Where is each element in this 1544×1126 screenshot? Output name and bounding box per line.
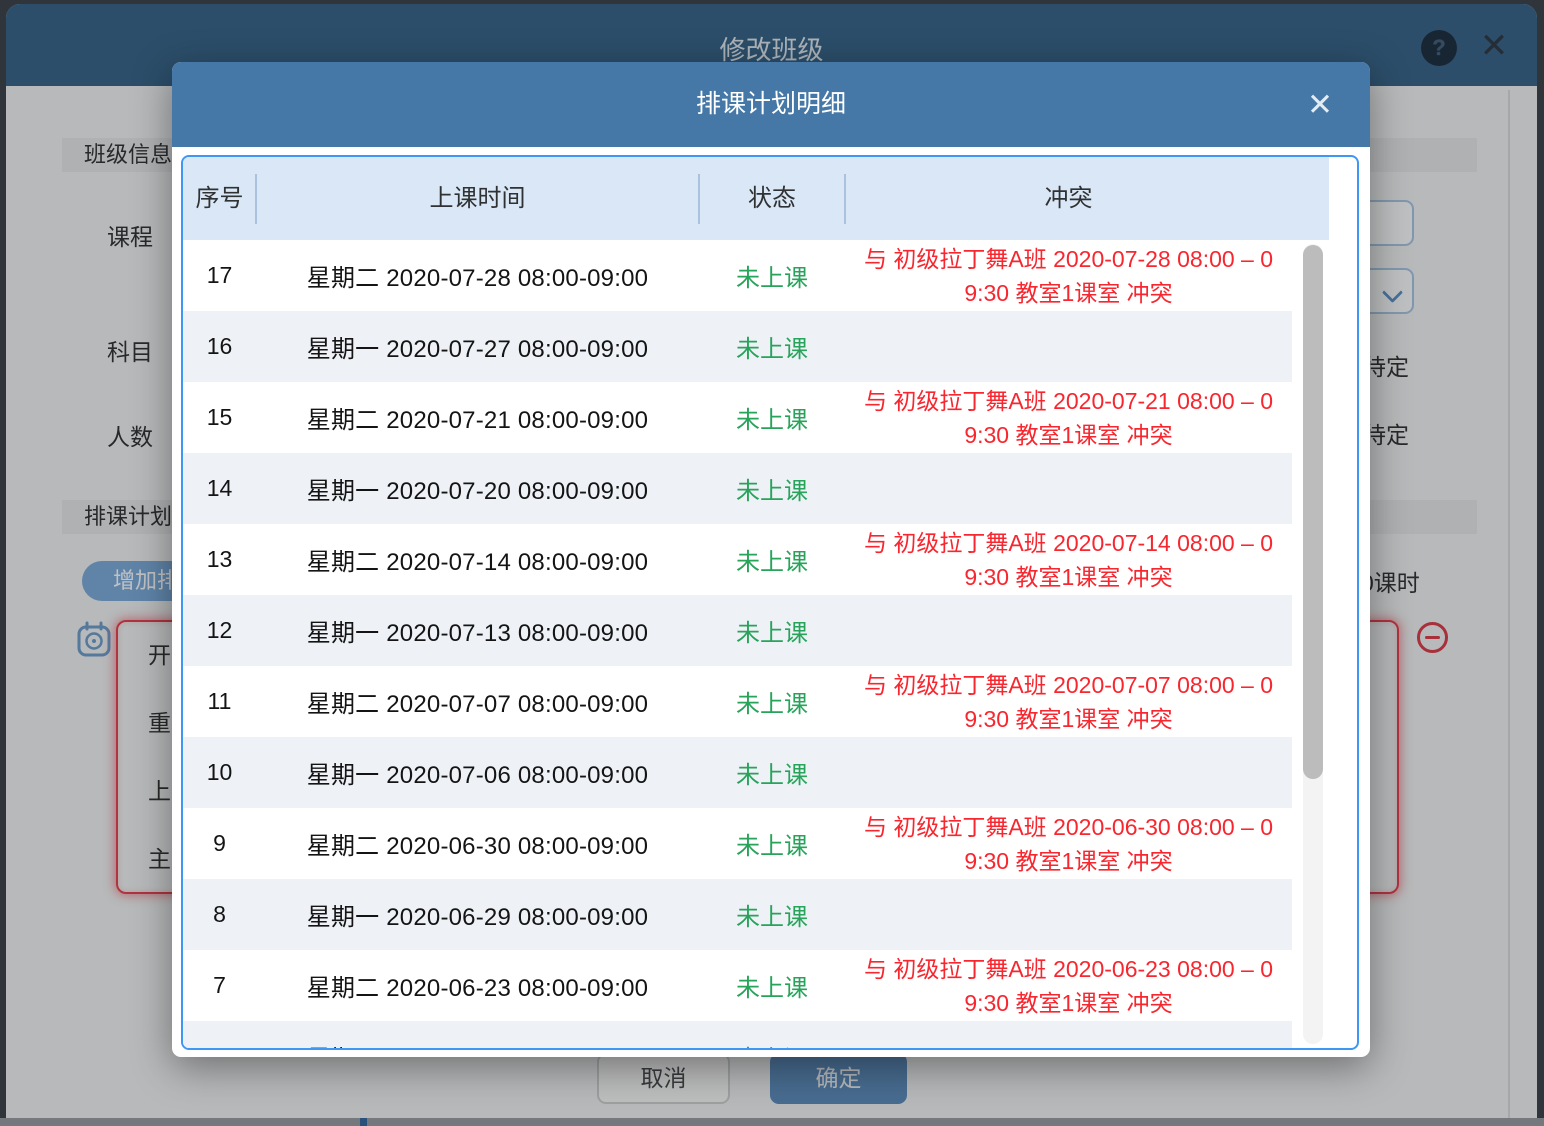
cell-conflict: 与 初级拉丁舞A班 2020-07-21 08:00 – 09:30 教室1课室… — [863, 387, 1274, 448]
table-row: 9 星期二 2020-06-30 08:00-09:00 未上课 与 初级拉丁舞… — [183, 808, 1292, 879]
cell-no: 8 — [213, 901, 226, 927]
cell-status: 未上课 — [736, 407, 808, 434]
column-header-time: 上课时间 — [429, 185, 526, 212]
cell-status: 未上课 — [736, 336, 808, 363]
cell-conflict: 与 初级拉丁舞A班 2020-07-14 08:00 – 09:30 教室1课室… — [863, 529, 1274, 590]
cell-status: 未上课 — [736, 549, 808, 576]
cell-time: 星期一 2020-06-29 08:00-09:00 — [306, 904, 649, 931]
cell-time: 星期二 2020-07-21 08:00-09:00 — [306, 407, 649, 434]
scrollbar-track[interactable] — [1303, 244, 1323, 1044]
cell-status: 未上课 — [736, 691, 808, 718]
cell-time: 星期一 2020-07-13 08:00-09:00 — [306, 620, 649, 647]
table-row: 12 星期一 2020-07-13 08:00-09:00 未上课 — [183, 595, 1292, 666]
table-row: 10 星期一 2020-07-06 08:00-09:00 未上课 — [183, 737, 1292, 808]
table-row: 6 星期一 2020-06-22 08:00-09:00 未上课 — [183, 1021, 1292, 1048]
cell-time: 星期一 2020-07-27 08:00-09:00 — [306, 336, 649, 363]
cell-no: 9 — [213, 830, 226, 856]
cell-no: 16 — [206, 333, 233, 359]
cell-conflict: 与 初级拉丁舞A班 2020-07-28 08:00 – 09:30 教室1课室… — [863, 245, 1274, 306]
table-body: 17 星期二 2020-07-28 08:00-09:00 未上课 与 初级拉丁… — [183, 240, 1357, 1048]
table-row: 15 星期二 2020-07-21 08:00-09:00 未上课 与 初级拉丁… — [183, 382, 1292, 453]
cell-time: 星期二 2020-06-23 08:00-09:00 — [306, 975, 649, 1002]
cell-no: 15 — [206, 404, 233, 430]
table-row: 7 星期二 2020-06-23 08:00-09:00 未上课 与 初级拉丁舞… — [183, 950, 1292, 1021]
table-row: 14 星期一 2020-07-20 08:00-09:00 未上课 — [183, 453, 1292, 524]
modal-title: 排课计划明细 — [695, 90, 846, 118]
cell-no: 14 — [206, 475, 233, 501]
screen: 修改班级 ? ✕ 班级信息 课程 科目 人数 待定 待定 排课计划 增加排课 0… — [0, 0, 1544, 1126]
cell-no: 13 — [206, 546, 233, 572]
table-row: 8 星期一 2020-06-29 08:00-09:00 未上课 — [183, 879, 1292, 950]
cell-conflict: 与 初级拉丁舞A班 2020-07-07 08:00 – 09:30 教室1课室… — [863, 671, 1274, 732]
modal-close-icon[interactable]: ✕ — [1300, 86, 1340, 126]
table-row: 11 星期二 2020-07-07 08:00-09:00 未上课 与 初级拉丁… — [183, 666, 1292, 737]
cell-no: 7 — [213, 972, 226, 998]
cell-time: 星期二 2020-07-14 08:00-09:00 — [306, 549, 649, 576]
table-row: 17 星期二 2020-07-28 08:00-09:00 未上课 与 初级拉丁… — [183, 240, 1292, 311]
cell-time: 星期二 2020-07-07 08:00-09:00 — [306, 691, 649, 718]
column-header-no: 序号 — [195, 185, 244, 212]
cell-status: 未上课 — [736, 620, 808, 647]
scrollbar-thumb[interactable] — [1303, 245, 1323, 779]
cell-time: 星期二 2020-07-28 08:00-09:00 — [306, 265, 649, 292]
cell-status: 未上课 — [736, 975, 808, 1002]
cell-time: 星期二 2020-06-30 08:00-09:00 — [306, 833, 649, 860]
cell-no: 6 — [183, 1043, 256, 1048]
schedule-table: 序号 上课时间 状态 冲突 17 星期二 2020-07-28 08:00-09… — [181, 155, 1359, 1050]
cell-no: 12 — [206, 617, 233, 643]
cell-status: 未上课 — [736, 833, 808, 860]
cell-status: 未上课 — [736, 265, 808, 292]
table-header: 序号 上课时间 状态 冲突 — [183, 157, 1329, 240]
cell-no: 10 — [206, 759, 233, 785]
cell-time: 星期一 2020-07-06 08:00-09:00 — [306, 762, 649, 789]
table-row: 16 星期一 2020-07-27 08:00-09:00 未上课 — [183, 311, 1292, 382]
column-header-conflict: 冲突 — [1044, 185, 1093, 212]
cell-no: 17 — [206, 262, 233, 288]
column-header-status: 状态 — [748, 185, 796, 212]
cell-status: 未上课 — [736, 762, 808, 789]
cell-conflict: 与 初级拉丁舞A班 2020-06-23 08:00 – 09:30 教室1课室… — [863, 955, 1274, 1016]
cell-time: 星期一 2020-06-22 08:00-09:00 — [256, 1039, 699, 1048]
cell-conflict: 与 初级拉丁舞A班 2020-06-30 08:00 – 09:30 教室1课室… — [863, 813, 1274, 874]
schedule-detail-modal-header: 排课计划明细 ✕ — [172, 62, 1370, 147]
table-row: 13 星期二 2020-07-14 08:00-09:00 未上课 与 初级拉丁… — [183, 524, 1292, 595]
cell-time: 星期一 2020-07-20 08:00-09:00 — [306, 478, 649, 505]
cell-no: 11 — [207, 688, 232, 714]
cell-status: 未上课 — [736, 904, 808, 931]
cell-status: 未上课 — [736, 478, 808, 505]
cell-status: 未上课 — [699, 1039, 845, 1048]
schedule-detail-modal: 排课计划明细 ✕ 序号 上课时间 状态 冲突 17 星期二 2020-07-28… — [172, 62, 1370, 1057]
